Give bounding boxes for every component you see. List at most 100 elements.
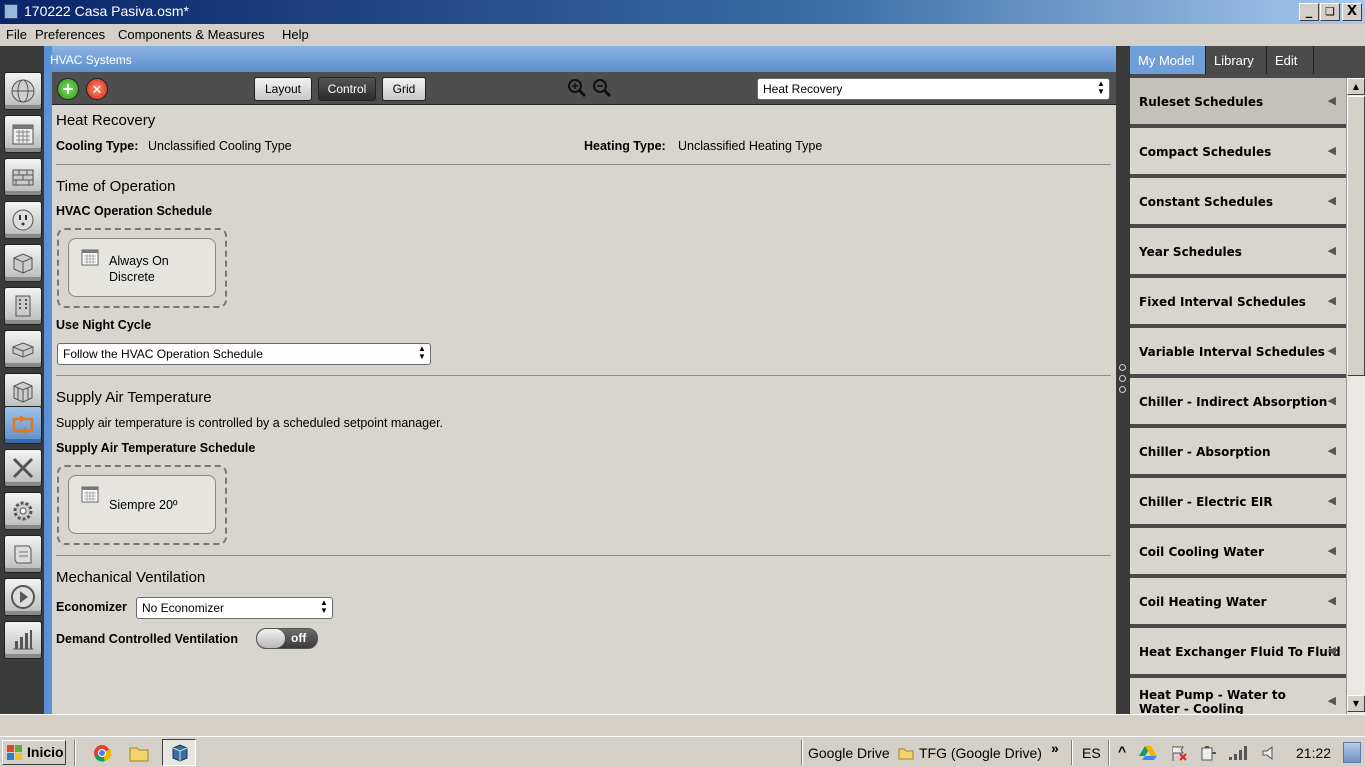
list-scrollbar[interactable]: ▲ ▼ (1346, 78, 1365, 714)
list-item[interactable]: Variable Interval Schedules ◀ (1130, 328, 1346, 376)
menu-components-measures[interactable]: Components & Measures (118, 27, 265, 42)
select-arrows-icon: ▲ ▼ (418, 344, 426, 361)
openstudio-app-icon (4, 4, 18, 19)
list-item[interactable]: Heat Pump - Water to Water - Cooling ◀ (1130, 678, 1346, 714)
remove-system-button[interactable]: ✕ (86, 78, 108, 100)
add-system-button[interactable]: + (57, 78, 79, 100)
divider (74, 740, 76, 765)
nav-simulation-settings-button[interactable] (4, 535, 42, 573)
zoom-out-icon[interactable] (592, 78, 612, 98)
clock[interactable]: 21:22 (1296, 745, 1331, 761)
panel-splitter[interactable] (1116, 46, 1130, 714)
nav-measures-button[interactable] (4, 492, 42, 530)
nav-constructions-button[interactable] (4, 158, 42, 196)
dcv-toggle[interactable]: off (256, 628, 318, 649)
dcv-toggle-state: off (291, 631, 307, 645)
action-center-flag-icon[interactable] (1170, 745, 1188, 761)
show-hidden-icons-button[interactable]: ^ (1118, 743, 1126, 759)
supply-air-schedule-drop-zone[interactable]: Siempre 20º (57, 465, 227, 545)
maximize-button[interactable]: ❏ (1320, 3, 1340, 21)
list-item[interactable]: Chiller - Indirect Absorption ◀ (1130, 378, 1346, 426)
menu-help[interactable]: Help (282, 27, 309, 42)
scroll-down-arrow-icon[interactable]: ▼ (1347, 695, 1365, 712)
list-item[interactable]: Heat Exchanger Fluid To Fluid ◀ (1130, 628, 1346, 676)
economizer-label: Economizer (56, 600, 127, 614)
folder-icon[interactable] (129, 744, 149, 762)
list-item[interactable]: Constant Schedules ◀ (1130, 178, 1346, 226)
list-item[interactable]: Chiller - Absorption ◀ (1130, 428, 1346, 476)
nav-schedules-button[interactable] (4, 115, 42, 153)
night-cycle-select[interactable]: Follow the HVAC Operation Schedule ▲ ▼ (57, 343, 431, 365)
nav-hvac-systems-button[interactable] (4, 406, 42, 444)
supply-air-schedule-name: Siempre 20º (109, 498, 178, 512)
nav-results-button[interactable] (4, 621, 42, 659)
volume-icon[interactable] (1261, 745, 1277, 761)
tab-layout[interactable]: Layout (254, 77, 312, 101)
minimize-button[interactable]: _ (1299, 3, 1319, 21)
collapse-triangle-icon: ◀ (1327, 394, 1336, 407)
tab-edit[interactable]: Edit (1267, 46, 1314, 74)
list-item[interactable]: Fixed Interval Schedules ◀ (1130, 278, 1346, 326)
system-select[interactable]: Heat Recovery ▲ ▼ (757, 78, 1110, 100)
google-drive-toolbar[interactable]: Google Drive (808, 745, 890, 761)
right-panel: My Model Library Edit Ruleset Schedules ◀… (1130, 46, 1365, 714)
nav-spaces-button[interactable] (4, 330, 42, 368)
list-item[interactable]: Compact Schedules ◀ (1130, 128, 1346, 176)
operation-schedule-card[interactable]: Always On Discrete (68, 238, 216, 297)
list-item[interactable]: Ruleset Schedules ◀ (1130, 78, 1346, 126)
splitter-grip (1119, 386, 1126, 393)
language-indicator[interactable]: ES (1082, 745, 1101, 761)
nav-facility-button[interactable] (4, 287, 42, 325)
scroll-up-arrow-icon[interactable]: ▲ (1347, 78, 1365, 95)
nav-building-summary-button[interactable] (4, 449, 42, 487)
nav-selection-strip (44, 46, 52, 714)
collapse-triangle-icon: ◀ (1327, 594, 1336, 607)
list-item[interactable]: Coil Cooling Water ◀ (1130, 528, 1346, 576)
collapse-triangle-icon: ◀ (1327, 444, 1336, 457)
economizer-value: No Economizer (142, 601, 225, 615)
title-bar: 170222 Casa Pasiva.osm* _ ❏ X (0, 0, 1365, 24)
tab-library[interactable]: Library (1206, 46, 1267, 74)
menu-preferences[interactable]: Preferences (35, 27, 105, 42)
chrome-icon[interactable] (93, 744, 111, 762)
heating-type-value: Unclassified Heating Type (678, 139, 823, 153)
tab-control[interactable]: Control (318, 77, 376, 101)
building-icon (15, 295, 31, 317)
system-name: Heat Recovery (56, 112, 156, 129)
nav-loads-button[interactable] (4, 201, 42, 239)
list-item[interactable]: Coil Heating Water ◀ (1130, 578, 1346, 626)
plus-icon: + (61, 79, 75, 98)
panel-header: HVAC Systems (50, 46, 1116, 72)
start-button[interactable]: Inicio (2, 740, 66, 765)
calendar-icon (81, 249, 99, 266)
show-desktop-button[interactable] (1343, 742, 1361, 763)
cooling-type-label: Cooling Type: (56, 139, 139, 153)
google-drive-icon[interactable] (1139, 745, 1157, 761)
network-signal-icon[interactable] (1228, 745, 1248, 761)
tfg-google-drive-toolbar[interactable]: TFG (Google Drive) (919, 745, 1042, 761)
toolbar-overflow-chevron[interactable]: » (1051, 740, 1059, 756)
list-item[interactable]: Year Schedules ◀ (1130, 228, 1346, 276)
openstudio-taskbar-button[interactable] (162, 739, 196, 766)
scroll-thumb[interactable] (1347, 96, 1365, 376)
collapse-triangle-icon: ◀ (1327, 194, 1336, 207)
tab-my-model[interactable]: My Model (1130, 46, 1206, 74)
collapse-triangle-icon: ◀ (1327, 244, 1336, 257)
nav-space-types-button[interactable] (4, 244, 42, 282)
list-item[interactable]: Chiller - Electric EIR ◀ (1130, 478, 1346, 526)
list-item-label: Heat Pump - Water to Water - Cooling (1139, 688, 1286, 714)
nav-run-button[interactable] (4, 578, 42, 616)
close-button[interactable]: X (1342, 3, 1362, 21)
economizer-select[interactable]: No Economizer ▲ ▼ (136, 597, 333, 619)
zoom-in-icon[interactable] (567, 78, 587, 98)
tab-grid[interactable]: Grid (382, 77, 426, 101)
nav-site-button[interactable] (4, 72, 42, 110)
select-arrows-icon: ▲ ▼ (320, 598, 328, 615)
operation-schedule-drop-zone[interactable]: Always On Discrete (57, 228, 227, 308)
splitter-grip (1119, 375, 1126, 382)
battery-plug-icon[interactable] (1199, 745, 1217, 761)
outlet-icon (12, 209, 34, 231)
supply-air-schedule-card[interactable]: Siempre 20º (68, 475, 216, 534)
menu-file[interactable]: File (6, 27, 27, 42)
list-item-label: Variable Interval Schedules (1139, 345, 1325, 359)
